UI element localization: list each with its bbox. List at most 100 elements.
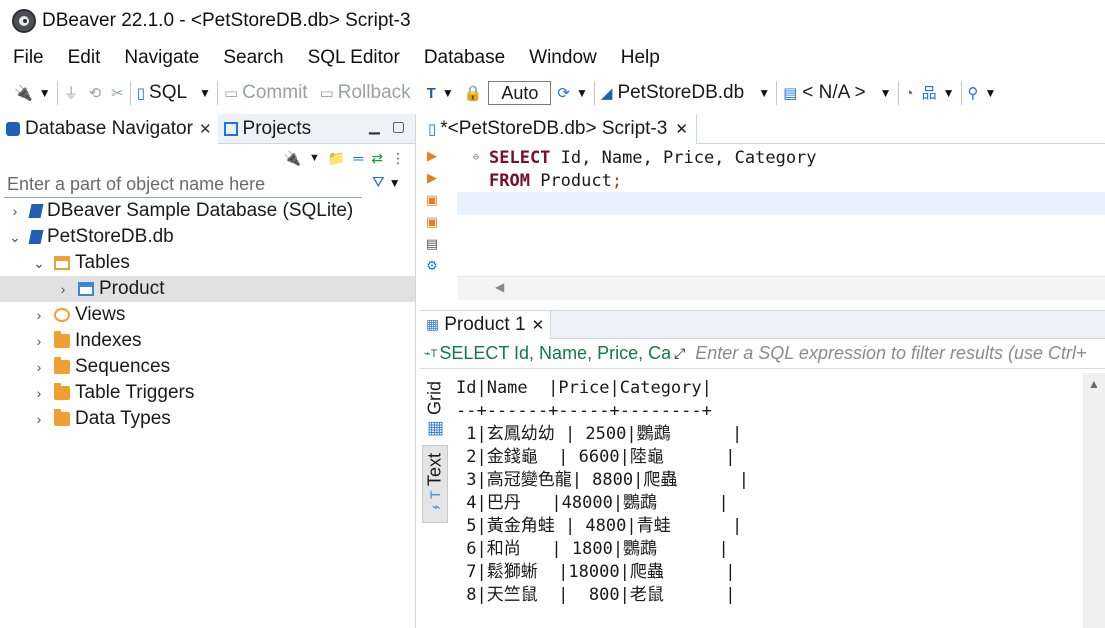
results-filter-input[interactable]: Enter a SQL expression to filter results…	[689, 343, 1086, 364]
expand-icon[interactable]: ⤢	[674, 345, 685, 362]
chevron-down-icon[interactable]: ⌄	[8, 229, 22, 246]
sql-editor-button[interactable]: ▯ SQL	[137, 78, 187, 108]
chevron-right-icon[interactable]: ›	[32, 359, 46, 375]
new-connection-button[interactable]: 🔌 ▼	[14, 78, 51, 108]
table-icon	[78, 282, 94, 296]
lock-icon: 🔒	[463, 84, 483, 102]
menu-window[interactable]: Window	[517, 47, 609, 69]
tree-item-table-triggers[interactable]: › Table Triggers	[0, 380, 415, 406]
close-icon[interactable]: ✕	[532, 316, 545, 334]
text-header-line: --+------+-----+--------+	[456, 401, 712, 421]
close-icon[interactable]: ✕	[199, 120, 212, 138]
tree-item-label: Views	[75, 304, 126, 325]
execute-script-new-tab-icon[interactable]: ▣	[426, 214, 438, 230]
menu-bar: File Edit Navigate Search SQL Editor Database…	[0, 42, 1105, 74]
schema-selector[interactable]: ▤ < N/A > ▼	[783, 78, 891, 108]
execute-in-new-tab-icon[interactable]: ▶	[427, 170, 437, 186]
scroll-up-icon[interactable]: ▲	[1088, 377, 1100, 391]
results-panel: ▦ Product 1 ✕ ⌁T SELECT Id, Name, Price,…	[420, 310, 1105, 628]
dashboard-button[interactable]: ◔	[905, 78, 914, 108]
chevron-right-icon[interactable]: ›	[32, 385, 46, 401]
dropdown-arrow-icon[interactable]: ▼	[309, 152, 320, 164]
tree-item-views[interactable]: › Views	[0, 302, 415, 328]
collapse-all-icon[interactable]: ═	[353, 150, 363, 166]
tab-product-1[interactable]: ▦ Product 1 ✕	[420, 310, 552, 339]
code-line[interactable]	[457, 192, 1105, 215]
execute-script-icon[interactable]: ▣	[426, 192, 438, 208]
editor-side-toolbar: ▶ ▶ ▣ ▣ ▤ ⚙	[420, 144, 444, 310]
rollback-button[interactable]: ▭ Rollback	[320, 78, 411, 108]
table-icon: ▦	[426, 316, 440, 332]
menu-search[interactable]: Search	[211, 47, 295, 69]
minimize-icon[interactable]: ▁	[369, 118, 380, 135]
tab-script-3[interactable]: ▯ *<PetStoreDB.db> Script-3 ✕	[420, 113, 697, 144]
search-button[interactable]: ⚲ ▼	[968, 78, 997, 108]
tree-item-dbeaver-sample-database-sqlite[interactable]: › DBeaver Sample Database (SQLite)	[0, 198, 415, 224]
explain-plan-icon[interactable]: ▤	[426, 236, 438, 252]
chevron-right-icon[interactable]: ›	[56, 281, 70, 297]
transaction-mode-button[interactable]: T ▼	[427, 78, 454, 108]
close-icon[interactable]: ✕	[675, 120, 688, 138]
datasource-selector[interactable]: ◢ PetStoreDB.db ▼	[601, 78, 770, 108]
menu-edit[interactable]: Edit	[56, 47, 113, 69]
chevron-right-icon[interactable]: ›	[32, 411, 46, 427]
link-editor-icon[interactable]: ⇄	[371, 150, 383, 167]
sql-code-area[interactable]: ⊖ SELECT Id, Name, Price, Category FROM Pr…	[457, 146, 1105, 276]
object-filter-input[interactable]	[4, 172, 362, 198]
chevron-down-icon[interactable]: ⌄	[32, 255, 46, 272]
erd-button[interactable]: 品 ▼	[922, 78, 955, 108]
text-icon: ⌁T	[427, 490, 443, 515]
text-row: 4|巴丹 |48000|鸚鵡 |	[456, 493, 729, 513]
editor-horizontal-scrollbar[interactable]: ◀	[457, 276, 1105, 300]
disconnect-button[interactable]: ✂	[111, 78, 124, 108]
auto-commit-mode[interactable]: Auto	[488, 78, 552, 108]
tree-item-tables[interactable]: ⌄ Tables	[0, 250, 415, 276]
code-line[interactable]: ⊖ SELECT Id, Name, Price, Category	[457, 146, 1105, 169]
lock-button[interactable]: 🔒	[464, 78, 483, 108]
commit-button[interactable]: ▭ Commit	[224, 78, 308, 108]
filter-icon[interactable]: ⛛ ▼	[372, 174, 401, 191]
tab-label: Grid	[424, 380, 445, 415]
dropdown-arrow-icon: ▼	[441, 86, 454, 100]
sql-text: Id, Name, Price, Category	[550, 147, 817, 168]
execute-statement-icon[interactable]: ▶	[427, 148, 437, 164]
menu-file[interactable]: File	[0, 47, 56, 69]
new-folder-icon[interactable]: 📁	[328, 150, 345, 167]
menu-navigate[interactable]: Navigate	[112, 47, 211, 69]
menu-database[interactable]: Database	[412, 47, 517, 69]
new-connection-icon[interactable]: 🔌	[284, 150, 301, 167]
view-menu-icon[interactable]: ⋮	[391, 150, 405, 167]
results-text-output[interactable]: Id|Name |Price|Category| --+------+-----+…	[456, 377, 1079, 628]
chevron-right-icon[interactable]: ›	[32, 333, 46, 349]
menu-sql-editor[interactable]: SQL Editor	[296, 47, 412, 69]
tab-database-navigator[interactable]: Database Navigator ✕	[0, 113, 218, 144]
query-text-chip[interactable]: ⌁T SELECT Id, Name, Price, Ca	[420, 343, 670, 364]
connect-button[interactable]: ⏚	[64, 78, 79, 108]
search-icon: ⚲	[967, 84, 979, 102]
history-button[interactable]: ⟳ ▼	[557, 78, 587, 108]
folder-icon	[54, 383, 70, 400]
menu-help[interactable]: Help	[609, 47, 672, 69]
tab-projects[interactable]: Projects	[218, 114, 318, 144]
sql-dropdown-button[interactable]: ▼	[193, 78, 211, 108]
datasource-label: PetStoreDB.db	[617, 82, 745, 103]
scroll-left-icon[interactable]: ◀	[495, 280, 504, 294]
fold-icon[interactable]: ⊖	[473, 152, 479, 163]
code-line[interactable]: FROM Product;	[457, 169, 1105, 192]
tree-item-indexes[interactable]: › Indexes	[0, 328, 415, 354]
tree-item-data-types[interactable]: › Data Types	[0, 406, 415, 432]
settings-gear-icon[interactable]: ⚙	[426, 258, 438, 274]
tree-item-product[interactable]: › Product	[0, 276, 415, 302]
sql-script-icon: ▯	[428, 120, 437, 138]
rollback-label: Rollback	[337, 82, 411, 103]
tree-item-petstoredb-db[interactable]: ⌄ PetStoreDB.db	[0, 224, 415, 250]
chevron-right-icon[interactable]: ›	[32, 307, 46, 323]
tab-text[interactable]: ⌁T Text	[422, 445, 448, 523]
tree-item-sequences[interactable]: › Sequences	[0, 354, 415, 380]
chevron-right-icon[interactable]: ›	[8, 203, 22, 219]
maximize-icon[interactable]: ▢	[392, 118, 405, 135]
window-title: DBeaver 22.1.0 - <PetStoreDB.db> Script-…	[42, 10, 411, 31]
tab-grid[interactable]: ▦ Grid	[422, 377, 448, 443]
invalidate-button[interactable]: ⟲	[89, 78, 102, 108]
results-vertical-scrollbar[interactable]: ▲	[1083, 373, 1105, 628]
